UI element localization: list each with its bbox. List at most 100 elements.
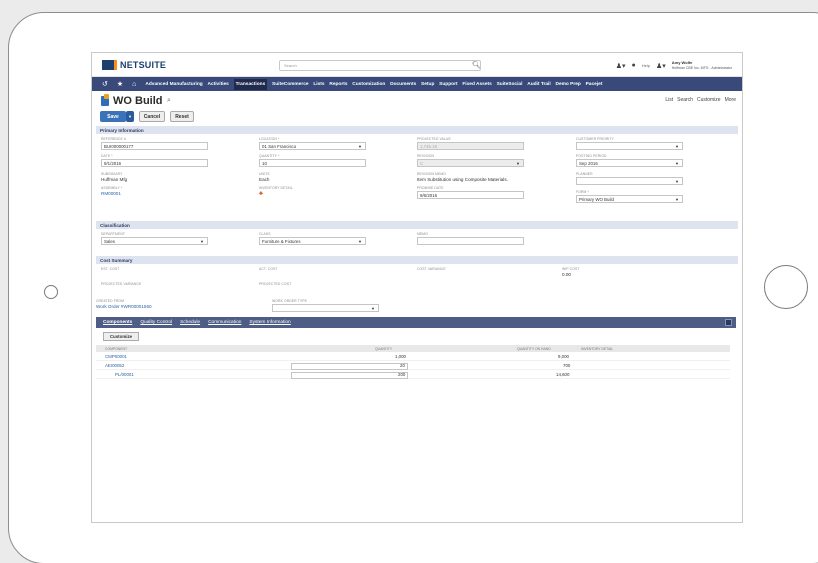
nav-fixed-assets[interactable]: Fixed Assets [462,82,491,87]
col-component[interactable]: Component [105,347,127,351]
home-icon[interactable]: ⌂ [132,81,136,88]
nav-suitesocial[interactable]: SuiteSocial [497,82,523,87]
class-value: Furniture & Fixtures [262,239,301,244]
more-link[interactable]: More [725,97,736,103]
primary-information-header[interactable]: Primary Information [96,126,738,134]
revision-select[interactable]: C ▼ [417,159,524,167]
nav-advanced-manufacturing[interactable]: Advanced Manufacturing [145,82,202,87]
nav-setup[interactable]: Setup [421,82,434,87]
tab-communication[interactable]: Communication [208,320,241,325]
tablet-home-button[interactable] [764,265,808,309]
title-row: WO Build ⌕ List Search Customize More [92,91,742,111]
posting-period-value: Sep 2016 [579,161,598,166]
department-value: Sales [104,239,115,244]
table-row[interactable]: CMP00001 1,000 9,000 [96,352,730,361]
quantity-input-box[interactable] [291,363,408,370]
recent-icon[interactable]: ↺ [102,80,108,88]
quantity-input[interactable]: 10 [259,159,366,167]
nav-demo-prep[interactable]: Demo Prep [555,82,580,87]
global-search-input[interactable]: Search [279,60,481,71]
revision-memo-label: Revision Memo [417,172,446,176]
work-order-type-select[interactable]: ▼ [272,304,379,312]
nav-pacejet[interactable]: Pacejet [586,82,603,87]
nav-customization[interactable]: Customization [352,82,385,87]
nav-documents[interactable]: Documents [390,82,416,87]
customize-link[interactable]: Customize [697,97,721,103]
user-menu[interactable]: Amy Wolfe Huffman CBE Inc. MFG - Adminis… [672,60,732,70]
classification-form: Department Sales ▼ Class Furniture & Fixt… [92,229,742,253]
customer-priority-select[interactable]: ▼ [576,142,683,150]
cost-summary-header[interactable]: Cost Summary [96,256,738,264]
planner-select[interactable]: ▼ [576,177,683,185]
component-quantity[interactable]: 1,000 [395,354,406,359]
reference-field: Reference # BUI000000177 [101,137,208,150]
search-icon[interactable]: 🔍︎ [472,61,481,69]
tab-system-information[interactable]: System Information [249,320,290,325]
quantity-input-box[interactable] [291,372,408,379]
component-link[interactable]: AEI00052 [105,363,124,368]
favorites-star-icon[interactable]: ★ [117,80,123,88]
projected-cost-field: Projected Cost [259,282,291,286]
expand-collapse-icon[interactable] [725,319,732,326]
table-row[interactable]: AEI00052 20 700 [96,361,730,370]
memo-input[interactable] [417,237,524,245]
nav-audit-trail[interactable]: Audit Trail [527,82,550,87]
class-field: Class Furniture & Fixtures ▼ [259,232,366,245]
sublist-tabs: Components Quality Control Schedule Comm… [96,317,736,328]
reset-button[interactable]: Reset [170,111,194,122]
user-avatar-icon[interactable]: ♟▾ [656,62,666,70]
col-quantity[interactable]: Quantity [375,347,392,351]
nav-suitecommerce[interactable]: SuiteCommerce [272,82,309,87]
inventory-detail-icon[interactable]: ♣ [259,191,293,197]
record-search-icon[interactable]: ⌕ [167,97,171,105]
revision-value: C [420,161,424,166]
action-buttons: Save ▼ Cancel Reset [92,111,742,123]
component-quantity[interactable]: 20 [400,363,405,368]
nav-lists[interactable]: Lists [313,82,324,87]
created-from-link[interactable]: Work Order #WR00001560 [96,304,152,309]
col-quantity-on-hand[interactable]: Quantity On Hand [517,347,551,351]
tab-quality-control[interactable]: Quality Control [140,320,172,325]
created-from-field: Created From Work Order #WR00001560 [96,299,152,309]
assembly-label: Assembly * [101,186,122,190]
save-options-chevron-down-icon[interactable]: ▼ [126,111,134,122]
projected-value-label: Projected Value [417,137,451,141]
cancel-button[interactable]: Cancel [139,111,165,122]
component-link[interactable]: PL/00001 [115,372,134,377]
recent-records-icon[interactable]: ♟▾ [616,62,626,70]
component-quantity[interactable]: 200 [398,372,405,377]
promise-date-input[interactable]: 9/6/2016 [417,191,524,199]
tab-schedule[interactable]: Schedule [180,320,200,325]
work-order-type-field: Work Order Type ▼ [272,299,379,312]
reference-input[interactable]: BUI000000177 [101,142,208,150]
nav-support[interactable]: Support [439,82,457,87]
subsidiary-value: Huffman Mfg [101,177,128,182]
wip-cost-label: WIP Cost [562,267,580,271]
netsuite-logo[interactable]: NETSUITE [102,60,166,70]
table-row[interactable]: PL/00001 200 14,600 [96,370,730,379]
posting-period-select[interactable]: Sep 2016 ▼ [576,159,683,167]
cost-variance-label: Cost Variance [417,267,446,271]
save-button[interactable]: Save [100,111,126,122]
date-label-text: Date [101,154,111,158]
promise-date-label: Promise Date [417,186,444,190]
nav-activities[interactable]: Activities [208,82,229,87]
nav-transactions[interactable]: Transactions [233,78,268,90]
search-link[interactable]: Search [677,97,693,103]
component-link[interactable]: CMP00001 [105,354,127,359]
col-inventory-detail[interactable]: Inventory Detail [581,347,613,351]
nav-reports[interactable]: Reports [329,82,347,87]
tab-components[interactable]: Components [103,320,132,325]
form-select[interactable]: Primary WO Build ▼ [576,195,683,203]
help-icon[interactable]: ● [632,62,636,69]
location-select[interactable]: 01 San Francisco ▼ [259,142,366,150]
customize-button[interactable]: Customize [103,332,139,341]
assembly-link[interactable]: RM00001 [101,191,122,196]
department-select[interactable]: Sales ▼ [101,237,208,245]
quantity-field: Quantity * 10 [259,154,366,167]
date-input[interactable]: 9/1/2016 [101,159,208,167]
help-link[interactable]: Help [642,63,650,68]
classification-header[interactable]: Classification [96,221,738,229]
class-select[interactable]: Furniture & Fixtures ▼ [259,237,366,245]
list-link[interactable]: List [665,97,673,103]
